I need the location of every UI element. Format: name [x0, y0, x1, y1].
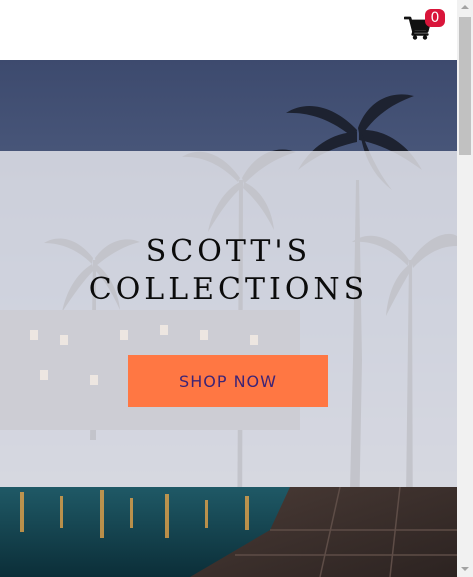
cart-button[interactable]: 0	[404, 9, 445, 46]
cart-count-badge: 0	[425, 9, 445, 27]
hero-title: SCOTT'S COLLECTIONS	[88, 234, 369, 307]
site-header: 0	[0, 0, 457, 60]
scroll-up-arrow-icon[interactable]	[457, 0, 473, 16]
shop-now-button[interactable]: SHOP NOW	[128, 355, 328, 407]
page: 0 SCOTT'S COLLECTIONS SHOP NOW	[0, 0, 473, 577]
hero-banner: SCOTT'S COLLECTIONS SHOP NOW	[0, 60, 457, 577]
vertical-scrollbar[interactable]	[457, 0, 473, 577]
scroll-down-arrow-icon[interactable]	[457, 561, 473, 577]
scrollbar-thumb[interactable]	[459, 17, 471, 155]
hero-overlay-panel: SCOTT'S COLLECTIONS SHOP NOW	[0, 151, 457, 487]
